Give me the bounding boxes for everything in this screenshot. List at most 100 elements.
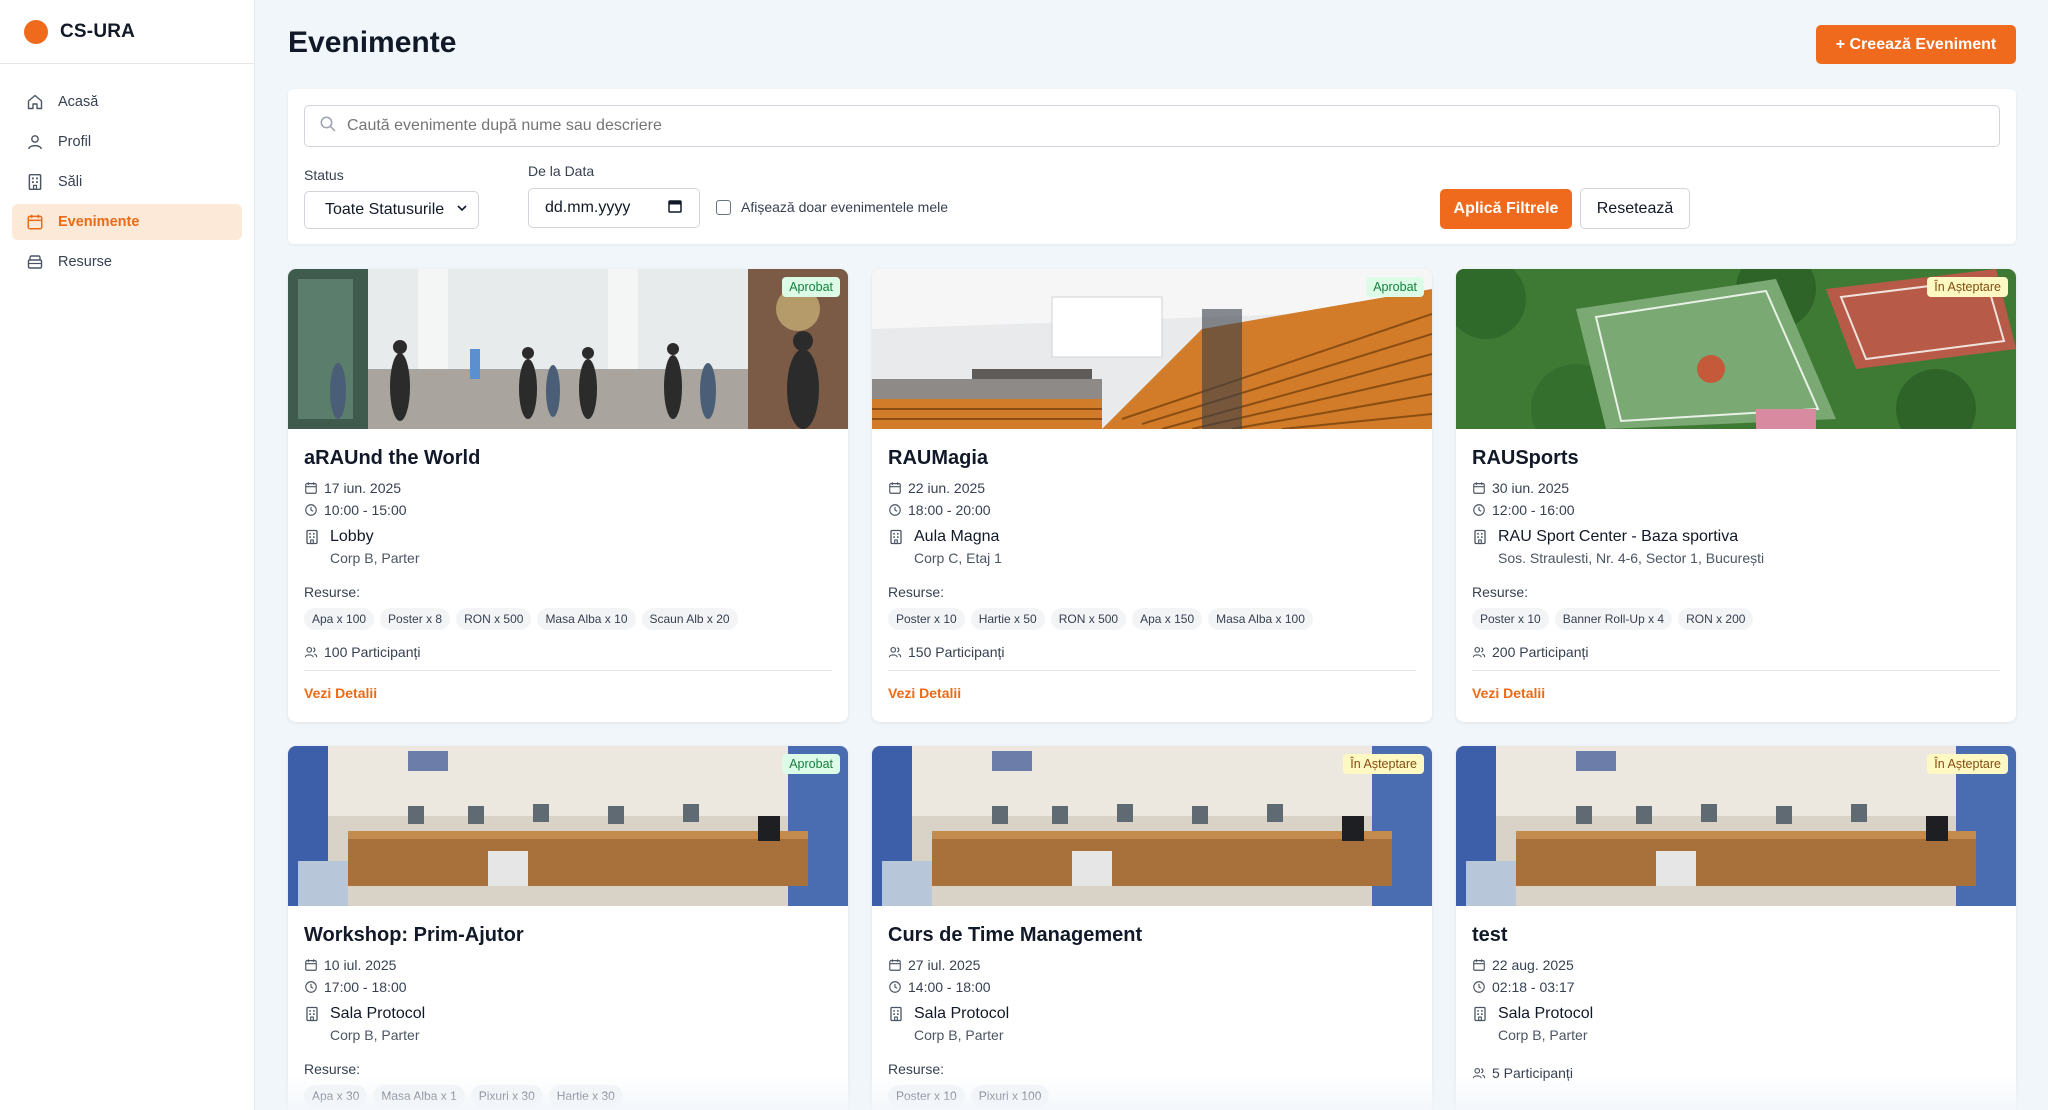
event-location-sub: Corp B, Parter (330, 1027, 420, 1043)
view-details-link[interactable]: Vezi Detalii (888, 685, 961, 701)
create-event-label: + Creează Eveniment (1835, 35, 1997, 53)
clock-icon (888, 503, 902, 517)
event-location-sub: Corp B, Parter (914, 1027, 1004, 1043)
event-date: 22 iun. 2025 (908, 480, 986, 496)
resource-tag: Poster x 8 (380, 608, 451, 630)
resource-tag: Poster x 10 (888, 608, 965, 630)
event-card: În Așteptare test 22 aug. 2025 02:18 - 0… (1456, 746, 2016, 1110)
event-location: Sala Protocol (1498, 1005, 1594, 1022)
date-from-input[interactable]: dd.mm.yyyy (528, 188, 700, 228)
event-location: Lobby (330, 528, 374, 545)
apply-filters-button[interactable]: Aplică Filtrele (1440, 189, 1572, 229)
calendar-icon (1472, 958, 1486, 972)
event-date: 10 iul. 2025 (324, 957, 397, 973)
event-date: 22 aug. 2025 (1492, 957, 1574, 973)
status-badge: Aprobat (1366, 277, 1424, 297)
only-my-events-checkbox[interactable] (716, 199, 731, 215)
event-image: În Așteptare (1456, 746, 2016, 906)
create-event-button[interactable]: + Creează Eveniment (1816, 25, 2016, 64)
event-card: În Așteptare Curs de Time Management 27 … (872, 746, 1432, 1110)
brand[interactable]: CS-URA (0, 0, 254, 64)
event-location-sub: Corp B, Parter (1498, 1027, 1588, 1043)
sidebar-item-acasa[interactable]: Acasă (12, 84, 242, 120)
sidebar-item-label: Acasă (58, 94, 99, 110)
resource-tags: Poster x 10 Hartie x 50 RON x 500 Apa x … (888, 608, 1416, 630)
event-time: 02:18 - 03:17 (1492, 979, 1575, 995)
sidebar-item-evenimente[interactable]: Evenimente (12, 204, 242, 240)
clock-icon (304, 980, 318, 994)
resource-tag: Pixuri x 30 (470, 1085, 543, 1107)
sidebar-item-label: Profil (58, 134, 92, 150)
only-my-events-toggle[interactable]: Afișează doar evenimentele mele (716, 199, 948, 215)
users-icon (1472, 1066, 1486, 1080)
status-badge: În Așteptare (1927, 277, 2008, 297)
app-name: CS-URA (60, 20, 136, 42)
event-card: Aprobat RAUMagia 22 iun. 2025 18:00 - 20… (872, 269, 1432, 722)
event-card: Aprobat Workshop: Prim-Ajutor 10 iul. 20… (288, 746, 848, 1110)
event-date: 30 iun. 2025 (1492, 480, 1570, 496)
resource-tag: Scaun Alb x 20 (641, 608, 738, 630)
event-title: RAUSports (1472, 447, 1579, 469)
resources-label: Resurse: (304, 584, 361, 600)
status-badge: În Așteptare (1927, 754, 2008, 774)
event-title: RAUMagia (888, 447, 989, 469)
view-details-link[interactable]: Vezi Detalii (1472, 685, 1545, 701)
resource-tag: Hartie x 30 (548, 1085, 623, 1107)
calendar-icon (888, 958, 902, 972)
calendar-picker-icon[interactable] (667, 198, 683, 219)
calendar-icon (26, 213, 44, 231)
sidebar-item-sali[interactable]: Săli (12, 164, 242, 200)
event-location-sub: Corp B, Parter (330, 550, 420, 566)
sidebar-nav: Acasă Profil Săli Evenimente Resurse (0, 64, 254, 304)
resource-tag: Apa x 150 (1132, 608, 1203, 630)
resource-tag: Masa Alba x 1 (373, 1085, 465, 1107)
status-badge: Aprobat (782, 754, 840, 774)
resources-label: Resurse: (1472, 584, 1529, 600)
resource-tag: RON x 500 (456, 608, 532, 630)
sidebar-item-resurse[interactable]: Resurse (12, 244, 242, 280)
resource-tag: Poster x 10 (888, 1085, 965, 1107)
event-time: 18:00 - 20:00 (908, 502, 991, 518)
status-select[interactable]: Toate Statusurile (304, 191, 479, 229)
event-time: 17:00 - 18:00 (324, 979, 407, 995)
search-field[interactable] (304, 105, 2000, 147)
event-location: RAU Sport Center - Baza sportiva (1498, 528, 1739, 545)
clock-icon (888, 980, 902, 994)
event-time: 14:00 - 18:00 (908, 979, 991, 995)
reset-filters-button[interactable]: Resetează (1580, 188, 1690, 229)
event-location-sub: Corp C, Etaj 1 (914, 550, 1002, 566)
view-details-link[interactable]: Vezi Detalii (304, 685, 377, 701)
status-filter-label: Status (304, 167, 344, 183)
event-location: Sala Protocol (914, 1005, 1010, 1022)
event-card: Aprobat aRAUnd the World 17 iun. 2025 10… (288, 269, 848, 722)
event-title: Curs de Time Management (888, 924, 1143, 946)
resource-tag: Poster x 10 (1472, 608, 1549, 630)
building-icon (304, 1006, 320, 1022)
home-icon (26, 93, 44, 111)
event-participants: 150 Participanți (908, 644, 1005, 660)
resource-tag: Apa x 100 (304, 608, 375, 630)
sidebar-item-label: Săli (58, 174, 83, 190)
main-content: Evenimente + Creează Eveniment Status To… (256, 0, 2048, 1110)
chevron-down-icon (456, 201, 468, 219)
search-input[interactable] (347, 117, 1999, 135)
date-input-value: dd.mm.yyyy (545, 199, 631, 216)
resource-tags: Poster x 10 Pixuri x 100 (888, 1085, 1416, 1107)
calendar-icon (1472, 481, 1486, 495)
clock-icon (1472, 980, 1486, 994)
reset-filters-label: Resetează (1596, 199, 1674, 217)
status-badge: Aprobat (782, 277, 840, 297)
event-image: În Așteptare (872, 746, 1432, 906)
sidebar-item-profil[interactable]: Profil (12, 124, 242, 160)
building-icon (1472, 529, 1488, 545)
building-icon (1472, 1006, 1488, 1022)
event-image: Aprobat (288, 746, 848, 906)
resource-tag: RON x 200 (1678, 608, 1754, 630)
building-icon (888, 1006, 904, 1022)
resource-tags: Poster x 10 Banner Roll-Up x 4 RON x 200 (1472, 608, 2000, 630)
resources-label: Resurse: (888, 584, 945, 600)
event-participants: 5 Participanți (1492, 1065, 1573, 1081)
calendar-icon (304, 958, 318, 972)
resource-tags: Apa x 100 Poster x 8 RON x 500 Masa Alba… (304, 608, 832, 630)
resource-tag: Masa Alba x 100 (1208, 608, 1313, 630)
